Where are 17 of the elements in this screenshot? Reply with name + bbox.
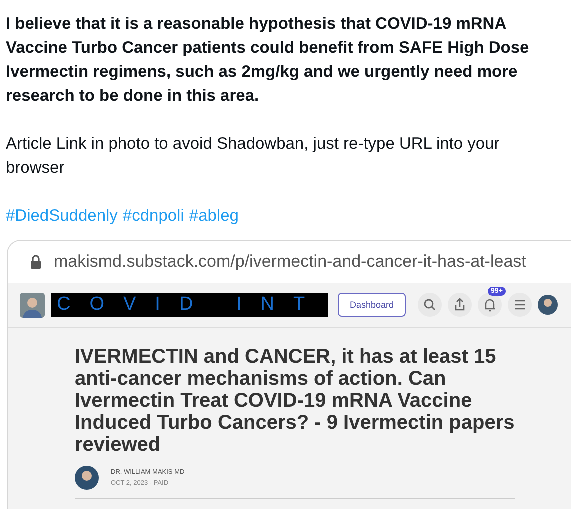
hashtag-link[interactable]: #DiedSuddenly — [6, 204, 118, 228]
share-icon[interactable] — [448, 293, 472, 317]
avatar-icon — [20, 292, 45, 318]
lock-icon — [30, 255, 42, 269]
menu-icon[interactable] — [508, 293, 532, 317]
post-text: Article Link in photo to avoid Shadowban, just re-type URL into your browser — [6, 134, 501, 179]
avatar-icon[interactable] — [538, 295, 558, 315]
url-text: makismd.substack.com/p/ivermectin-and-cancer-it-has-at-least — [54, 252, 526, 272]
bell-icon[interactable] — [478, 293, 502, 317]
avatar-icon — [75, 466, 99, 490]
dashboard-button[interactable]: Dashboard — [338, 293, 406, 317]
hashtag-link[interactable]: #ableg — [189, 204, 239, 228]
post-text: I believe that it is a reasonable hypothesis that COVID-19 mRNA Vaccine Turbo Cancer patients could benefit from SAFE High Dose Ivermectin regimens, such as 2mg/kg and we urgently need more research to be done in this area. — [6, 14, 530, 107]
article-headline: IVERMECTIN and CANCER, it has at least 15 anti-cancer mechanisms of action. Can Ivermectin Treat COVID-19 mRNA Vaccine Induced Turbo Cancers? - 9 Ivermectin papers reviewed — [75, 346, 516, 456]
search-icon[interactable] — [418, 293, 442, 317]
site-logo: COVID INT — [51, 293, 328, 317]
hashtag-link[interactable]: #cdnpoli — [122, 204, 184, 228]
